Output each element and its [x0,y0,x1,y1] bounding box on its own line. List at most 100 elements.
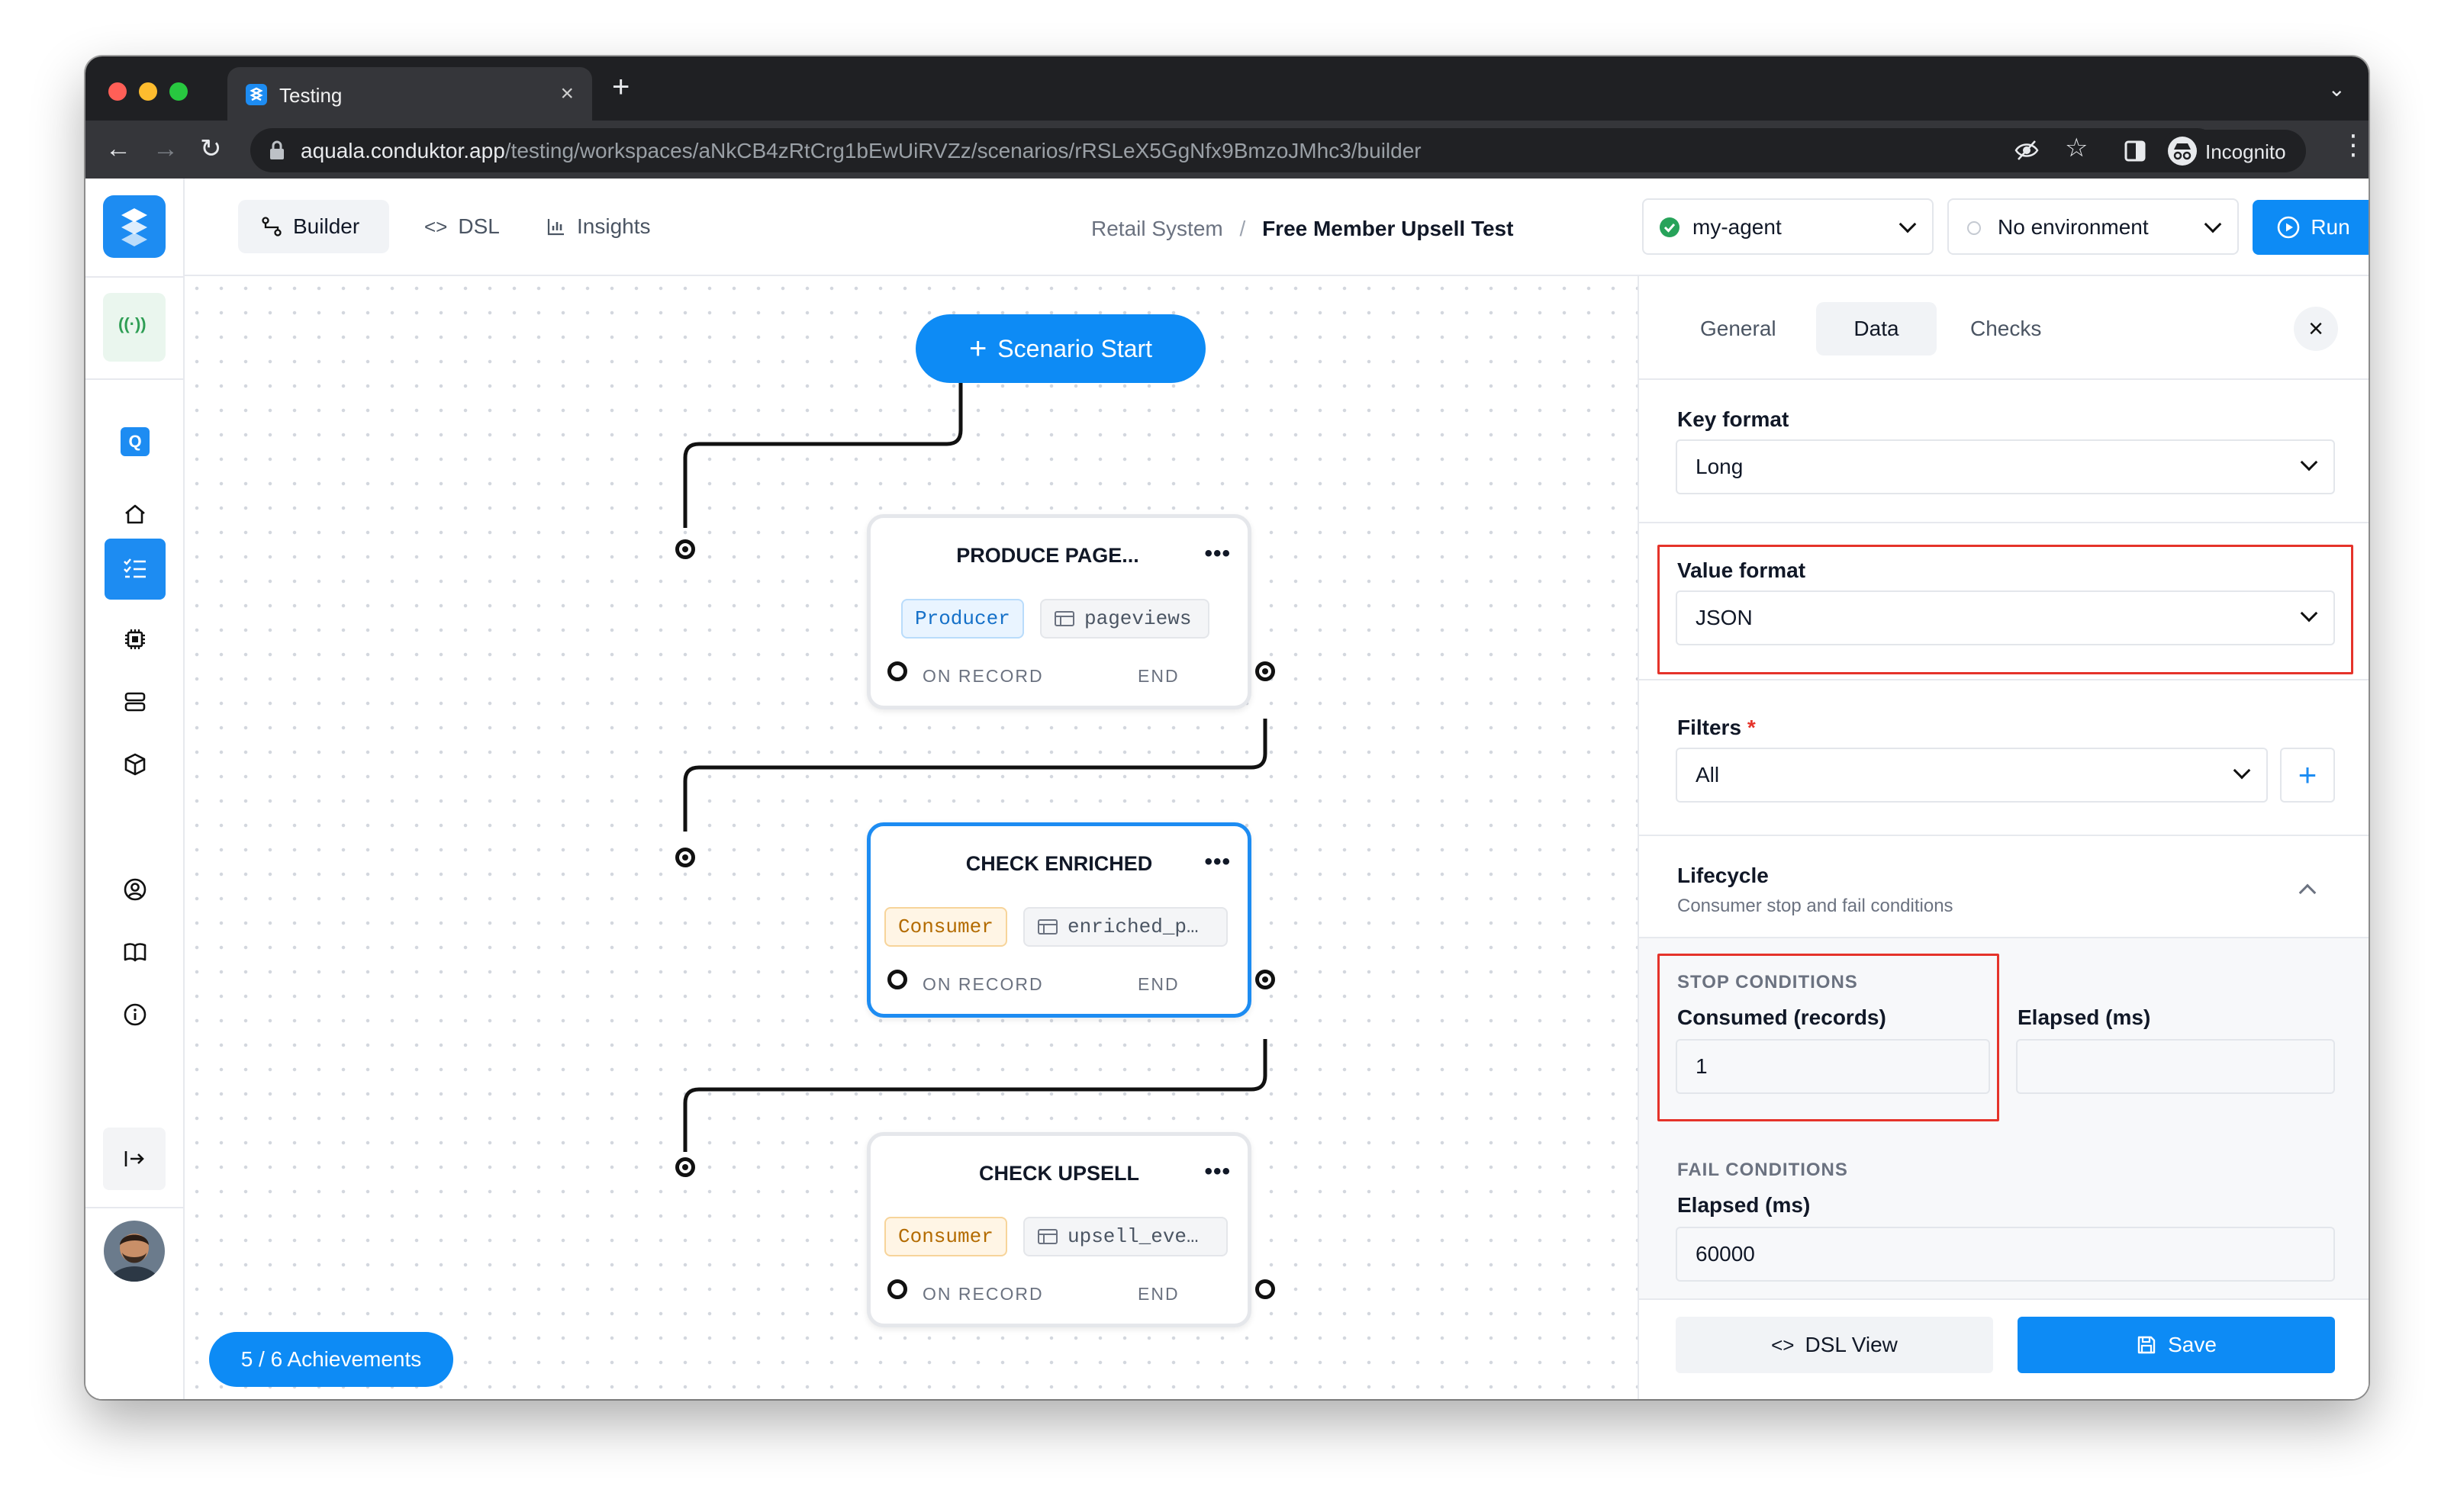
consumed-records-input[interactable]: 1 [1676,1039,1990,1094]
node-type-chip: Producer [901,599,1024,639]
value-format-value: JSON [1696,606,1753,629]
connector-edge [683,719,1267,832]
sidebar-item-clusters[interactable] [112,679,158,725]
panel-tab-general[interactable]: General [1677,302,1799,355]
more-icon[interactable]: ••• [1204,541,1231,567]
eye-off-icon[interactable] [2014,139,2039,162]
server-icon [124,692,146,712]
key-format-value: Long [1696,455,1744,478]
save-button[interactable]: Save [2018,1317,2335,1373]
panel-tab-checks-label: Checks [1970,317,2042,340]
achievements-button[interactable]: 5 / 6 Achievements [209,1332,453,1387]
back-arrow-icon[interactable]: ← [105,136,131,162]
node-type-chip: Consumer [884,1217,1007,1256]
tab-search-chevron-icon[interactable]: ⌄ [2328,76,2346,101]
tab-builder[interactable]: Builder [238,200,389,253]
check-circle-icon [1660,217,1679,237]
incognito-badge[interactable]: Incognito [2161,130,2306,172]
agent-select[interactable]: my-agent [1642,198,1934,255]
flow-node-check-enriched[interactable]: CHECK ENRICHED ••• Consumer enriched_p… … [867,822,1251,1018]
scenario-start-button[interactable]: + Scenario Start [916,314,1206,383]
flow-node-check-upsell[interactable]: CHECK UPSELL ••• Consumer upsell_eve… ON… [867,1132,1251,1327]
port-label-end: END [1138,1284,1180,1304]
stop-elapsed-input[interactable] [2016,1039,2335,1094]
flow-canvas[interactable]: + Scenario Start PRODUCE PAGE... ••• Pro… [185,276,1638,1399]
sidebar-item-broadcast[interactable]: ((·)) [103,293,166,362]
run-button[interactable]: Run [2253,200,2369,255]
chevron-down-icon [2300,604,2318,622]
node-type-chip: Consumer [884,907,1007,947]
value-format-select[interactable]: JSON [1676,590,2335,645]
zoom-window-button[interactable] [169,82,188,101]
flow-icon [262,217,282,236]
key-format-select[interactable]: Long [1676,439,2335,494]
filters-label-text: Filters [1677,716,1742,739]
end-port[interactable] [1255,1279,1275,1299]
add-filter-button[interactable]: + [2280,748,2335,803]
on-record-port[interactable] [887,661,907,681]
close-panel-button[interactable]: × [2294,307,2338,351]
table-icon [1038,1229,1058,1244]
sidebar-item-account[interactable] [112,867,158,912]
browser-tab[interactable]: Testing × [227,67,592,121]
bar-chart-icon [547,219,564,236]
close-tab-icon[interactable]: × [560,81,574,107]
side-panel-icon[interactable] [2124,140,2146,162]
dsl-view-button[interactable]: <> DSL View [1676,1317,1993,1373]
end-port[interactable] [1255,970,1275,989]
node-title: CHECK ENRICHED [965,852,1153,875]
sidebar-item-scenarios[interactable] [105,539,166,600]
chevron-up-icon[interactable] [2298,883,2317,902]
topic-chip[interactable]: pageviews [1040,599,1209,639]
app-root: ((·)) Q Builder <> DSL Insights Retail S… [85,179,2369,1399]
node-settings-panel: General Data Checks × Key format Long Va… [1638,276,2369,1399]
on-record-port[interactable] [887,970,907,989]
reload-icon[interactable]: ↻ [200,136,222,162]
more-icon[interactable]: ••• [1204,849,1231,875]
home-icon [125,504,145,524]
bookmark-star-icon[interactable]: ☆ [2065,133,2088,163]
browser-menu-icon[interactable]: ⋮ [2340,131,2367,159]
more-icon[interactable]: ••• [1204,1159,1231,1185]
chevron-down-icon [2233,761,2251,780]
on-record-port[interactable] [887,1279,907,1299]
sidebar-item-info[interactable] [112,992,158,1037]
sidebar-item-home[interactable] [112,491,158,537]
sidebar-item-packages[interactable] [112,742,158,787]
forward-arrow-icon[interactable]: → [153,136,179,162]
sidebar-item-agents[interactable] [112,616,158,662]
minimize-window-button[interactable] [139,82,157,101]
new-tab-button[interactable]: + [612,72,630,102]
end-port[interactable] [1255,661,1275,681]
sidebar-item-docs[interactable] [112,929,158,975]
node-input-port[interactable] [675,539,695,559]
chip-icon [125,629,145,649]
collapse-sidebar-button[interactable] [103,1128,166,1190]
topic-name: pageviews [1084,607,1192,630]
avatar[interactable] [104,1221,165,1282]
filters-select[interactable]: All [1676,748,2268,803]
conduktor-logo-icon[interactable] [103,195,166,258]
fail-elapsed-input[interactable]: 60000 [1676,1227,2335,1282]
close-window-button[interactable] [108,82,127,101]
save-button-label: Save [2168,1333,2217,1356]
panel-tab-data[interactable]: Data [1816,302,1937,355]
sidebar-item-q[interactable]: Q [121,427,150,456]
topic-chip[interactable]: upsell_eve… [1023,1217,1228,1256]
lifecycle-subtitle: Consumer stop and fail conditions [1677,896,1953,916]
node-input-port[interactable] [675,848,695,867]
tab-insights[interactable]: Insights [523,200,674,253]
consumed-records-label: Consumed (records) [1677,1005,1886,1029]
user-circle-icon [124,878,147,901]
url-text: aquala.conduktor.app/testing/workspaces/… [301,139,1422,163]
breadcrumb-parent[interactable]: Retail System [1091,217,1223,240]
panel-tab-data-label: Data [1853,317,1899,340]
browser-tab-title: Testing [279,84,343,107]
environment-select[interactable]: No environment [1947,198,2239,255]
panel-tab-general-label: General [1700,317,1776,340]
node-input-port[interactable] [675,1157,695,1177]
panel-tab-checks[interactable]: Checks [1947,302,2064,355]
tab-dsl[interactable]: <> DSL [401,200,523,253]
topic-chip[interactable]: enriched_p… [1023,907,1228,947]
flow-node-produce[interactable]: PRODUCE PAGE... ••• Producer pageviews O… [867,514,1251,709]
